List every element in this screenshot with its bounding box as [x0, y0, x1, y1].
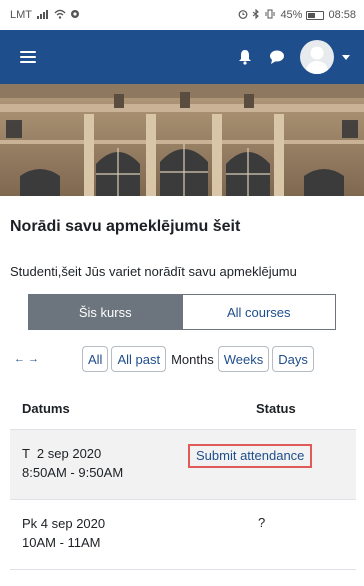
status-right: 45% 08:58	[238, 8, 356, 22]
carrier-label: LMT	[10, 9, 32, 21]
chat-icon[interactable]	[268, 48, 286, 66]
session-date: Pk 4 sep 2020	[22, 516, 106, 531]
session-date-cell: Pk 4 sep 2020 10AM - 11AM	[10, 500, 194, 569]
session-time: 10AM - 11AM	[22, 535, 101, 550]
view-filter-bar: ← → All All past Months Weeks Days	[10, 346, 360, 372]
sync-icon	[70, 9, 80, 22]
page-title: Norādi savu apmeklējumu šeit	[10, 218, 241, 235]
phone-status-bar: LMT 45% 08:58	[0, 0, 364, 30]
alarm-icon	[238, 9, 248, 22]
filter-weeks-button[interactable]: Weeks	[217, 346, 270, 372]
menu-icon[interactable]	[20, 51, 36, 63]
status-unknown: ?	[258, 515, 266, 530]
vibrate-icon	[264, 9, 276, 22]
battery-icon	[306, 10, 325, 20]
filter-days-button[interactable]: Days	[272, 346, 314, 372]
submit-attendance-link[interactable]: Submit attendance	[188, 444, 313, 468]
filter-all-button[interactable]: All	[82, 346, 109, 372]
navbar-actions	[236, 40, 350, 74]
caret-down-icon[interactable]	[342, 54, 350, 60]
top-navbar	[0, 30, 364, 84]
prev-next-arrows[interactable]: ← →	[14, 353, 82, 365]
signal-icon	[36, 9, 50, 22]
session-status-cell: ?	[194, 500, 356, 569]
session-date: T 2 sep 2020	[22, 446, 102, 461]
intro-text: Studenti,šeit Jūs variet norādīt savu ap…	[10, 264, 297, 279]
hero-banner-image	[0, 84, 364, 196]
column-header-status: Status	[256, 401, 296, 416]
session-status-cell: Submit attendance	[188, 430, 356, 499]
status-left: LMT	[10, 9, 80, 22]
battery-percent: 45%	[280, 9, 303, 21]
session-date-cell: T 2 sep 2020 8:50AM - 9:50AM	[10, 430, 194, 499]
bell-icon[interactable]	[236, 48, 254, 66]
filter-all-past-button[interactable]: All past	[111, 346, 167, 372]
tab-this-course[interactable]: Šis kurss	[28, 294, 183, 330]
tab-all-courses[interactable]: All courses	[182, 294, 336, 330]
course-scope-tabs: Šis kurss All courses	[28, 294, 336, 330]
avatar[interactable]	[300, 40, 334, 74]
clock: 08:58	[328, 9, 356, 21]
filter-months-button[interactable]: Months	[171, 352, 214, 367]
column-header-date: Datums	[22, 401, 70, 416]
table-row: T 2 sep 2020 8:50AM - 9:50AM Submit atte…	[10, 430, 356, 500]
sessions-table: Datums Status T 2 sep 2020 8:50AM - 9:50…	[10, 388, 356, 570]
table-header: Datums Status	[10, 388, 356, 430]
wifi-icon	[54, 9, 66, 22]
table-row: Pk 4 sep 2020 10AM - 11AM ?	[10, 500, 356, 570]
session-time: 8:50AM - 9:50AM	[22, 465, 124, 480]
bluetooth-icon	[252, 8, 260, 22]
user-menu[interactable]	[300, 40, 350, 74]
